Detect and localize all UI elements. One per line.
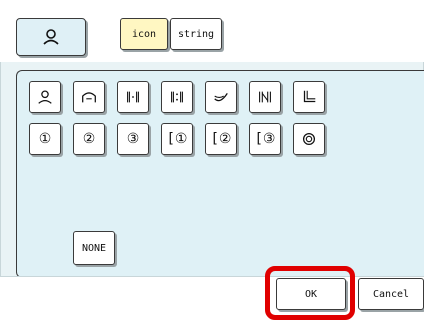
- icon-option-circle-2[interactable]: ②: [73, 123, 105, 155]
- bracket-circle-3-icon: [③: [254, 131, 276, 147]
- bars-icon: [259, 91, 271, 103]
- icon-option-bracket-circle-1[interactable]: [①: [161, 123, 193, 155]
- icon-option-arch[interactable]: [73, 81, 105, 113]
- current-icon-button[interactable]: [16, 18, 86, 56]
- curve-icon: [214, 93, 228, 102]
- cancel-button-label: Cancel: [372, 288, 410, 300]
- icon-option-bars[interactable]: [249, 81, 281, 113]
- bracket-circle-2-icon: [②: [210, 131, 232, 147]
- tab-string-label: string: [177, 28, 215, 40]
- arch-icon: [82, 92, 96, 103]
- corner-icon: [303, 90, 316, 103]
- ok-button[interactable]: OK: [276, 278, 346, 310]
- circle-1-icon: ①: [38, 131, 52, 147]
- person-icon: [43, 29, 59, 45]
- bracket-dot-icon: [127, 91, 139, 103]
- icon-option-bracket-circle-2[interactable]: [②: [205, 123, 237, 155]
- tab-icon-label: icon: [131, 28, 157, 40]
- icon-grid-panel: ① ② ③ [① [② [③ NONE: [16, 70, 424, 278]
- icon-option-bracket-dot[interactable]: [117, 81, 149, 113]
- swirl-icon: [302, 132, 316, 146]
- person-icon: [38, 90, 52, 104]
- icon-option-circle-3[interactable]: ③: [117, 123, 149, 155]
- ok-button-label: OK: [304, 288, 318, 300]
- icon-option-circle-1[interactable]: ①: [29, 123, 61, 155]
- bracket-dots-icon: [171, 91, 183, 103]
- icon-option-swirl[interactable]: [293, 123, 325, 155]
- tab-string[interactable]: string: [170, 18, 222, 50]
- circle-3-icon: ③: [126, 131, 140, 147]
- icon-option-curve[interactable]: [205, 81, 237, 113]
- tab-icon[interactable]: icon: [120, 18, 168, 50]
- none-button[interactable]: NONE: [73, 231, 115, 265]
- circle-2-icon: ②: [82, 131, 96, 147]
- icon-option-person[interactable]: [29, 81, 61, 113]
- cancel-button[interactable]: Cancel: [358, 278, 424, 310]
- none-button-label: NONE: [81, 242, 107, 254]
- icon-option-corner[interactable]: [293, 81, 325, 113]
- icon-option-bracket-dots[interactable]: [161, 81, 193, 113]
- icon-option-bracket-circle-3[interactable]: [③: [249, 123, 281, 155]
- bracket-circle-1-icon: [①: [166, 131, 188, 147]
